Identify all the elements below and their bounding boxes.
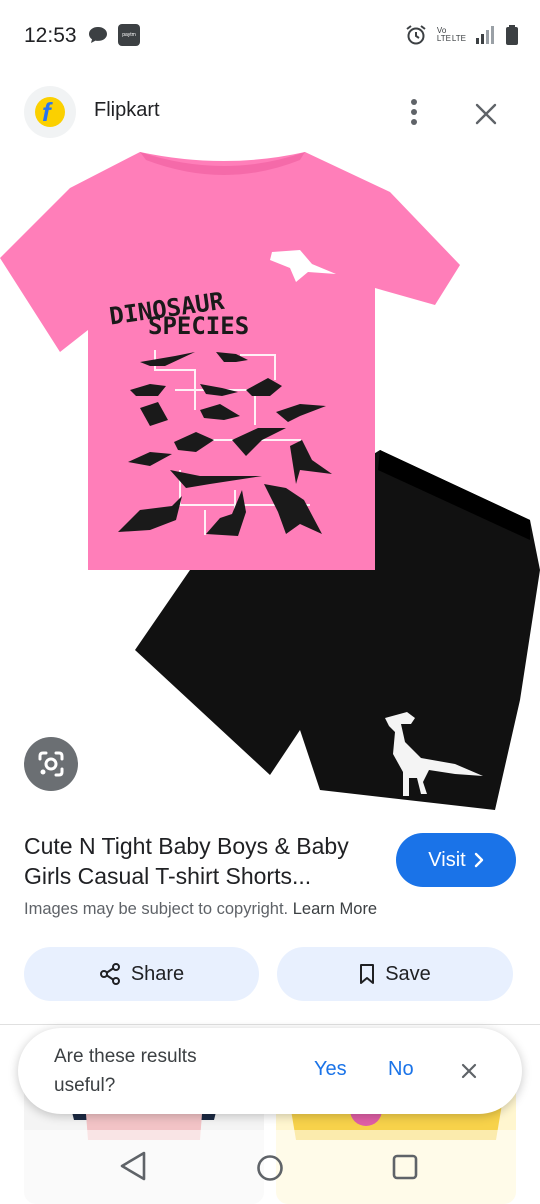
result-header: f Flipkart — [0, 84, 540, 140]
paytm-icon: paytm — [118, 24, 140, 46]
product-illustration: DINOSAUR SPECIES — [0, 152, 540, 810]
signal-icon — [476, 26, 494, 44]
visit-label: Visit — [428, 848, 466, 871]
paytm-label: paytm — [122, 32, 136, 38]
copyright-text: Images may be subject to copyright. — [24, 900, 289, 918]
nav-home-button[interactable] — [256, 1154, 284, 1187]
lens-icon — [38, 751, 64, 777]
flipkart-logo-letter: f — [42, 97, 51, 127]
battery-icon — [506, 25, 518, 45]
alarm-icon — [406, 25, 426, 45]
system-nav-bar — [0, 1130, 540, 1204]
shirt-text-line2: SPECIES — [148, 312, 249, 340]
home-circle-icon — [257, 1155, 283, 1181]
copyright-notice: Images may be subject to copyright. Lear… — [24, 900, 377, 919]
feedback-card: Are these results useful? Yes No — [18, 1028, 522, 1114]
more-vert-icon — [411, 99, 417, 125]
source-name[interactable]: Flipkart — [94, 99, 160, 122]
visit-button[interactable]: Visit — [396, 833, 516, 887]
close-icon — [475, 103, 497, 125]
learn-more-link[interactable]: Learn More — [293, 900, 377, 918]
feedback-close-button[interactable] — [454, 1056, 484, 1086]
recents-square-icon — [392, 1154, 418, 1180]
volte-label: Vo LTE — [436, 26, 451, 43]
nav-recents-button[interactable] — [392, 1154, 418, 1185]
close-icon — [461, 1063, 477, 1079]
status-time: 12:53 — [24, 24, 77, 47]
volte-lte-icon: Vo LTE LTE — [437, 27, 466, 43]
flipkart-logo[interactable]: f — [24, 86, 76, 138]
back-triangle-icon — [120, 1151, 146, 1181]
lte-label: LTE — [451, 34, 466, 43]
bookmark-icon — [360, 964, 375, 984]
more-options-button[interactable] — [396, 94, 432, 130]
google-lens-button[interactable] — [24, 737, 78, 791]
share-icon — [99, 963, 120, 985]
divider — [0, 1024, 540, 1025]
status-bar: 12:53 paytm Vo LTE LTE — [0, 0, 540, 72]
chevron-right-icon — [474, 852, 483, 868]
save-button[interactable]: Save — [277, 947, 513, 1001]
feedback-yes-button[interactable]: Yes — [314, 1058, 347, 1081]
product-image[interactable]: DINOSAUR SPECIES — [0, 140, 540, 820]
chat-bubble-icon — [89, 27, 107, 43]
share-button[interactable]: Share — [24, 947, 259, 1001]
save-label: Save — [385, 962, 431, 985]
nav-back-button[interactable] — [118, 1150, 148, 1187]
close-button[interactable] — [466, 94, 506, 134]
feedback-no-button[interactable]: No — [388, 1058, 414, 1081]
product-title[interactable]: Cute N Tight Baby Boys & Baby Girls Casu… — [24, 831, 379, 891]
feedback-question: Are these results useful? — [54, 1046, 197, 1096]
share-label: Share — [130, 962, 185, 985]
